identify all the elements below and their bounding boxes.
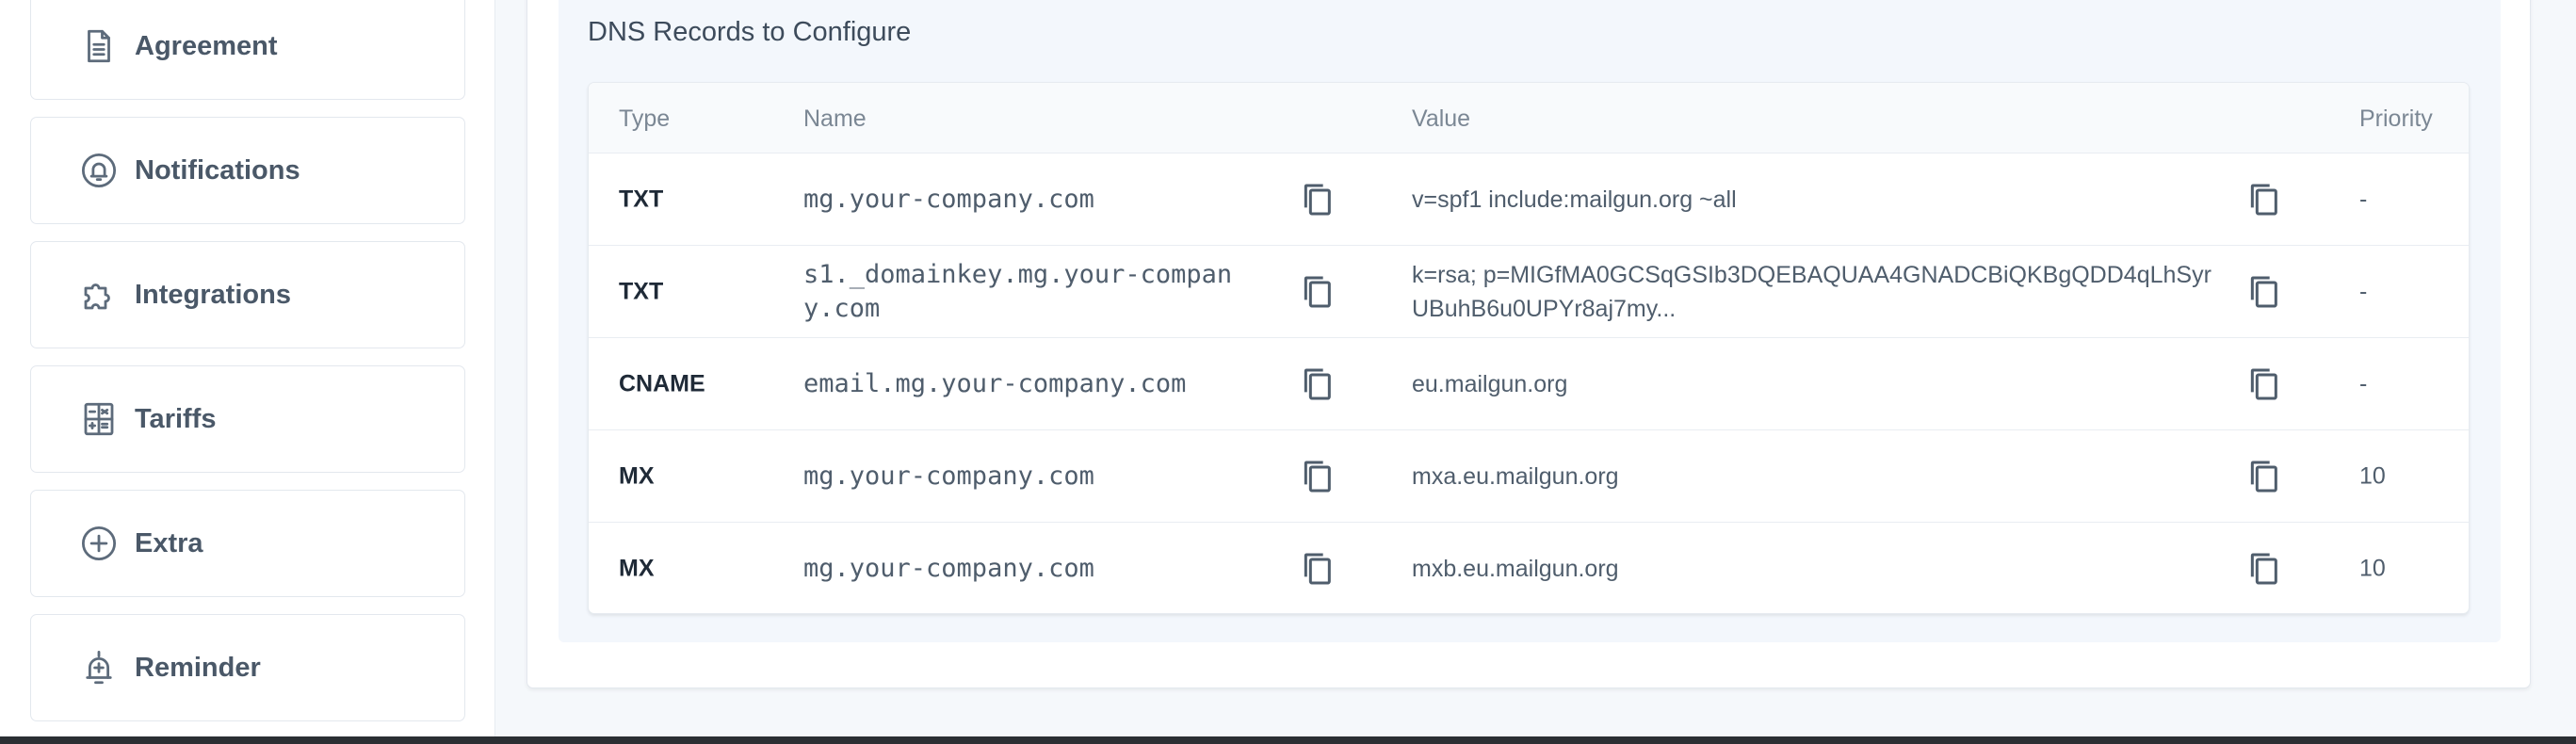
copy-icon — [1304, 461, 1331, 492]
copy-name-button[interactable] — [1298, 548, 1336, 590]
record-name: mg.your-company.com — [803, 553, 1094, 583]
calculator-icon — [78, 398, 120, 440]
record-priority: - — [2359, 370, 2368, 396]
sidebar-item-label: Notifications — [135, 154, 300, 186]
record-name: s1._domainkey.mg.your-company.com — [803, 259, 1233, 323]
table-row: MX mg.your-company.com mxa.eu.mailgun.or… — [589, 429, 2469, 522]
column-header-name: Name — [803, 105, 867, 132]
sidebar-item-reminder[interactable]: Reminder — [30, 614, 465, 721]
record-priority: 10 — [2359, 462, 2386, 489]
table-row: TXT s1._domainkey.mg.your-company.com k=… — [589, 245, 2469, 337]
copy-value-button[interactable] — [2244, 364, 2282, 405]
record-value: mxb.eu.mailgun.org — [1412, 555, 1619, 582]
record-value: eu.mailgun.org — [1412, 370, 1568, 397]
table-row: CNAME email.mg.your-company.com eu.mailg… — [589, 337, 2469, 429]
record-value: mxa.eu.mailgun.org — [1412, 462, 1619, 490]
record-type: MX — [619, 555, 655, 581]
record-name: mg.your-company.com — [803, 461, 1094, 491]
table-header: Type Name Value Priority — [589, 83, 2469, 153]
copy-name-button[interactable] — [1298, 364, 1336, 405]
copy-name-button[interactable] — [1298, 456, 1336, 497]
puzzle-icon — [78, 274, 120, 315]
copy-icon — [2250, 553, 2277, 584]
record-name: email.mg.your-company.com — [803, 368, 1187, 398]
copy-icon — [2250, 368, 2277, 399]
dns-records-table: Type Name Value Priority TXT mg.your-com… — [588, 82, 2470, 614]
column-header-value: Value — [1412, 105, 1471, 132]
copy-icon — [2250, 461, 2277, 492]
sidebar-item-agreement[interactable]: Agreement — [30, 0, 465, 100]
dns-section-title: DNS Records to Configure — [588, 17, 912, 47]
sidebar-item-label: Agreement — [135, 30, 278, 61]
copy-value-button[interactable] — [2244, 179, 2282, 220]
copy-icon — [1304, 184, 1331, 215]
column-header-priority: Priority — [2359, 105, 2433, 132]
table-row: TXT mg.your-company.com v=spf1 include:m… — [589, 153, 2469, 245]
record-type: MX — [619, 462, 655, 489]
sidebar-item-label: Extra — [135, 527, 203, 558]
sidebar-item-tariffs[interactable]: Tariffs — [30, 365, 465, 473]
document-icon — [78, 25, 120, 67]
bell-plus-icon — [78, 647, 120, 688]
record-value: v=spf1 include:mailgun.org ~all — [1412, 186, 1737, 213]
plus-circle-icon — [78, 523, 120, 564]
copy-icon — [1304, 553, 1331, 584]
record-priority: - — [2359, 278, 2368, 304]
copy-name-button[interactable] — [1298, 271, 1336, 313]
record-priority: 10 — [2359, 555, 2386, 581]
sidebar: Agreement Notifications Integrations Tar… — [0, 0, 495, 736]
table-row: MX mg.your-company.com mxb.eu.mailgun.or… — [589, 522, 2469, 613]
copy-value-button[interactable] — [2244, 548, 2282, 590]
record-type: CNAME — [619, 370, 705, 396]
bell-icon — [78, 150, 120, 191]
copy-icon — [2250, 184, 2277, 215]
record-name: mg.your-company.com — [803, 184, 1094, 214]
record-priority: - — [2359, 186, 2368, 212]
copy-value-button[interactable] — [2244, 456, 2282, 497]
sidebar-item-integrations[interactable]: Integrations — [30, 241, 465, 348]
bottom-edge-bar — [0, 736, 2576, 744]
copy-icon — [1304, 276, 1331, 307]
sidebar-item-label: Tariffs — [135, 403, 217, 434]
copy-icon — [2250, 276, 2277, 307]
sidebar-item-label: Integrations — [135, 279, 291, 310]
sidebar-item-label: Reminder — [135, 652, 261, 683]
sidebar-item-notifications[interactable]: Notifications — [30, 117, 465, 224]
copy-name-button[interactable] — [1298, 179, 1336, 220]
record-type: TXT — [619, 278, 664, 304]
copy-icon — [1304, 368, 1331, 399]
record-value: k=rsa; p=MIGfMA0GCSqGSIb3DQEBAQUAA4GNADC… — [1412, 261, 2211, 322]
copy-value-button[interactable] — [2244, 271, 2282, 313]
column-header-type: Type — [619, 105, 671, 132]
sidebar-item-extra[interactable]: Extra — [30, 490, 465, 597]
record-type: TXT — [619, 186, 664, 212]
